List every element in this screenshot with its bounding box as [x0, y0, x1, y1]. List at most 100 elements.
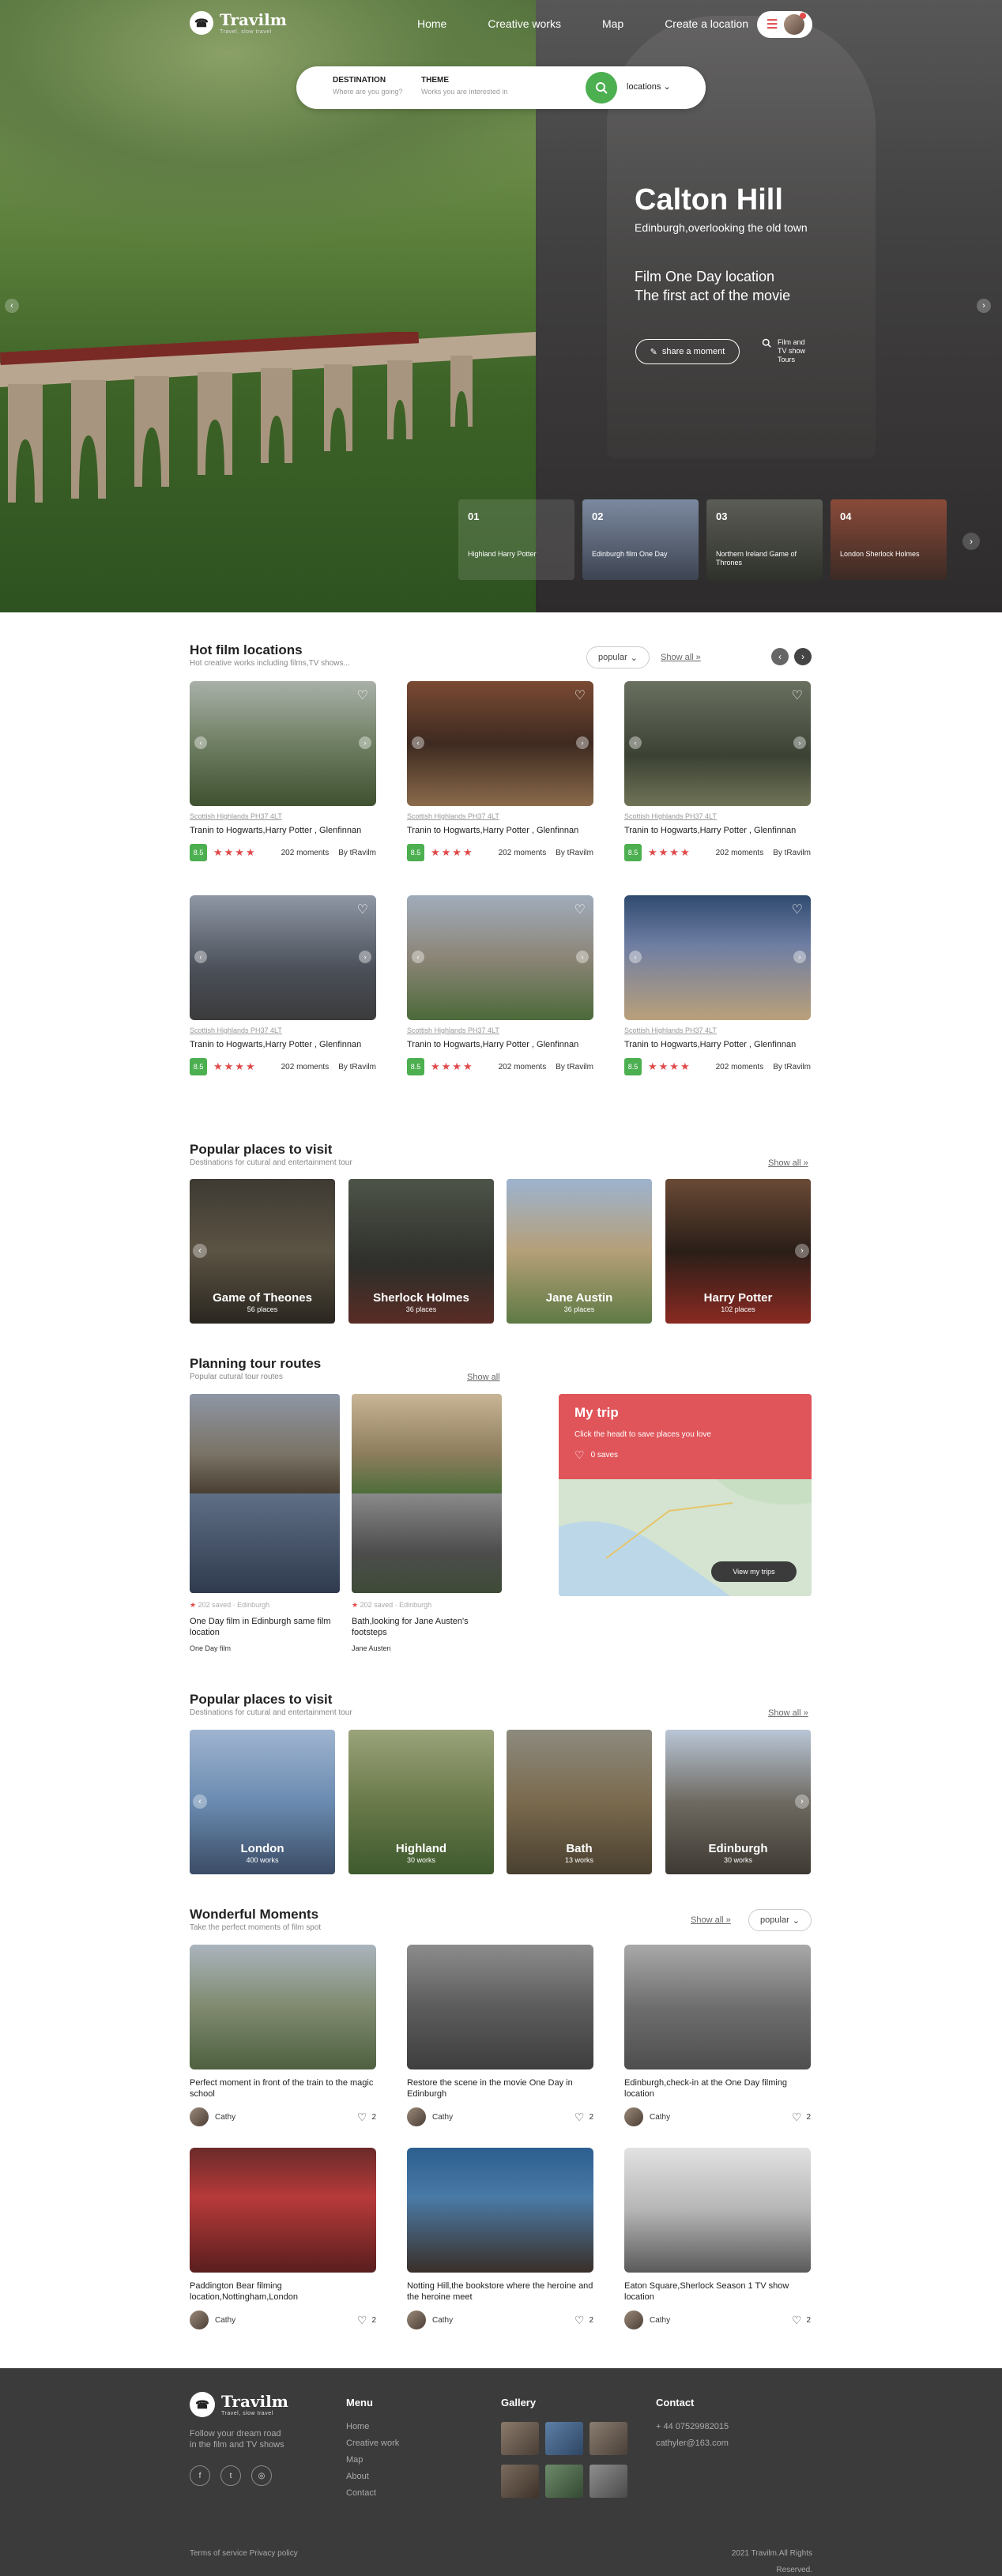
user-menu-button[interactable]: ☰	[757, 11, 812, 38]
footer-link-creative-work[interactable]: Creative work	[346, 2435, 399, 2452]
nav-link-creative-works[interactable]: Creative works	[488, 17, 561, 30]
gallery-thumb[interactable]	[501, 2465, 539, 2498]
avatar[interactable]	[624, 2310, 643, 2329]
place-card[interactable]: Game of Theones 56 places	[190, 1179, 335, 1324]
my-trip-map[interactable]: View my trips	[559, 1479, 812, 1596]
twitter-icon[interactable]: t	[220, 2465, 241, 2486]
places-next-arrow[interactable]: ›	[795, 1795, 809, 1809]
moment-card[interactable]: Perfect moment in front of the train to …	[190, 1945, 376, 2126]
heart-icon[interactable]: ♡	[574, 687, 586, 703]
image-prev-arrow[interactable]: ‹	[194, 951, 207, 963]
hot-location-card[interactable]: ♡ ‹ › Scottish Highlands PH37 4LT Tranin…	[407, 681, 593, 861]
destination-field[interactable]: DESTINATION Where are you going?	[333, 76, 403, 96]
place-card[interactable]: Jane Austin 36 places	[507, 1179, 652, 1324]
like-button[interactable]: ♡ 2	[574, 2111, 593, 2124]
popular-2-show-all-link[interactable]: Show all »	[768, 1708, 808, 1718]
nav-link-create-location[interactable]: Create a location	[665, 17, 748, 30]
image-prev-arrow[interactable]: ‹	[412, 951, 424, 963]
image-prev-arrow[interactable]: ‹	[629, 951, 642, 963]
avatar[interactable]	[407, 2107, 426, 2126]
location-address[interactable]: Scottish Highlands PH37 4LT	[407, 1026, 593, 1034]
moment-user[interactable]: Cathy	[432, 2113, 453, 2122]
footer-logo[interactable]: ☎ Travilm Travel, slow travel	[190, 2392, 288, 2417]
footer-link-map[interactable]: Map	[346, 2452, 399, 2469]
nav-link-home[interactable]: Home	[417, 17, 446, 30]
search-button[interactable]	[586, 72, 617, 104]
moment-user[interactable]: Cathy	[650, 2113, 670, 2122]
places-prev-arrow[interactable]: ‹	[193, 1244, 207, 1258]
moment-card[interactable]: Paddington Bear filming location,Notting…	[190, 2148, 376, 2329]
hot-location-card[interactable]: ♡ ‹ › Scottish Highlands PH37 4LT Tranin…	[190, 681, 376, 861]
popular-show-all-link[interactable]: Show all »	[768, 1158, 808, 1168]
gallery-thumb[interactable]	[590, 2465, 627, 2498]
hero-prev-arrow[interactable]: ‹	[5, 299, 19, 313]
sort-select[interactable]: popular ⌄	[586, 646, 650, 668]
footer-link-home[interactable]: Home	[346, 2419, 399, 2435]
moments-sort-select[interactable]: popular ⌄	[748, 1909, 812, 1931]
footer-link-contact[interactable]: Contact	[346, 2485, 399, 2502]
image-next-arrow[interactable]: ›	[793, 736, 806, 749]
location-address[interactable]: Scottish Highlands PH37 4LT	[407, 812, 593, 820]
image-next-arrow[interactable]: ›	[576, 951, 589, 963]
slide-thumb-1[interactable]: 01 Highland Harry Potter	[458, 499, 574, 580]
moment-user[interactable]: Cathy	[215, 2113, 235, 2122]
places-next-arrow[interactable]: ›	[795, 1244, 809, 1258]
avatar[interactable]	[624, 2107, 643, 2126]
brand-logo[interactable]: ☎ Travilm Travel, slow travel	[190, 11, 287, 35]
moment-card[interactable]: Notting Hill,the bookstore where the her…	[407, 2148, 593, 2329]
view-trips-button[interactable]: View my trips	[711, 1561, 797, 1582]
heart-icon[interactable]: ♡	[574, 902, 586, 917]
hero-next-arrow[interactable]: ›	[977, 299, 991, 313]
slide-thumb-3[interactable]: 03 Northern Ireland Game of Thrones	[706, 499, 823, 580]
place-card[interactable]: London 400 works	[190, 1730, 335, 1874]
moment-card[interactable]: Restore the scene in the movie One Day i…	[407, 1945, 593, 2126]
like-button[interactable]: ♡ 2	[792, 2111, 811, 2124]
hot-location-card[interactable]: ♡ ‹ › Scottish Highlands PH37 4LT Tranin…	[624, 681, 811, 861]
image-next-arrow[interactable]: ›	[793, 951, 806, 963]
nav-link-map[interactable]: Map	[602, 17, 623, 30]
thumbs-next-arrow[interactable]: ›	[962, 533, 980, 550]
film-tours-link[interactable]: Film and TV show Tours	[762, 338, 812, 364]
footer-legal-links[interactable]: Terms of service Privacy policy	[190, 2545, 298, 2562]
hot-next-arrow[interactable]: ›	[794, 648, 812, 665]
moment-user[interactable]: Cathy	[432, 2316, 453, 2325]
location-address[interactable]: Scottish Highlands PH37 4LT	[190, 1026, 376, 1034]
route-card-1[interactable]: ★ 202 saved · Edinburgh One Day film in …	[190, 1601, 340, 1652]
share-moment-button[interactable]: ✎ share a moment	[635, 339, 740, 364]
place-card[interactable]: Highland 30 works	[348, 1730, 494, 1874]
image-prev-arrow[interactable]: ‹	[629, 736, 642, 749]
avatar[interactable]	[407, 2310, 426, 2329]
place-card[interactable]: Bath 13 works	[507, 1730, 652, 1874]
footer-email[interactable]: cathyler@163.com	[656, 2435, 729, 2452]
routes-show-all-link[interactable]: Show all	[467, 1373, 500, 1382]
moment-user[interactable]: Cathy	[650, 2316, 670, 2325]
search-scope-select[interactable]: locations ⌄	[627, 81, 671, 92]
heart-icon[interactable]: ♡	[357, 902, 368, 917]
gallery-thumb[interactable]	[590, 2422, 627, 2455]
moments-show-all-link[interactable]: Show all »	[691, 1915, 731, 1925]
location-address[interactable]: Scottish Highlands PH37 4LT	[624, 1026, 811, 1034]
avatar[interactable]	[190, 2310, 209, 2329]
gallery-thumb[interactable]	[545, 2422, 583, 2455]
avatar[interactable]	[190, 2107, 209, 2126]
like-button[interactable]: ♡ 2	[357, 2111, 376, 2124]
heart-icon[interactable]: ♡	[357, 687, 368, 703]
image-next-arrow[interactable]: ›	[359, 736, 371, 749]
gallery-thumb[interactable]	[545, 2465, 583, 2498]
place-card[interactable]: Sherlock Holmes 36 places	[348, 1179, 494, 1324]
like-button[interactable]: ♡ 2	[574, 2314, 593, 2327]
like-button[interactable]: ♡ 2	[792, 2314, 811, 2327]
theme-field[interactable]: THEME Works you are interested in	[421, 76, 507, 96]
hot-location-card[interactable]: ♡ ‹ › Scottish Highlands PH37 4LT Tranin…	[624, 895, 811, 1075]
footer-phone[interactable]: + 44 07529982015	[656, 2419, 729, 2435]
heart-icon[interactable]: ♡	[792, 687, 803, 703]
image-next-arrow[interactable]: ›	[359, 951, 371, 963]
like-button[interactable]: ♡ 2	[357, 2314, 376, 2327]
heart-icon[interactable]: ♡	[792, 902, 803, 917]
hot-prev-arrow[interactable]: ‹	[771, 648, 789, 665]
location-address[interactable]: Scottish Highlands PH37 4LT	[190, 812, 376, 820]
place-card[interactable]: Edinburgh 30 works	[665, 1730, 811, 1874]
instagram-icon[interactable]: ◎	[251, 2465, 272, 2486]
location-address[interactable]: Scottish Highlands PH37 4LT	[624, 812, 811, 820]
slide-thumb-4[interactable]: 04 London Sherlock Holmes	[831, 499, 947, 580]
